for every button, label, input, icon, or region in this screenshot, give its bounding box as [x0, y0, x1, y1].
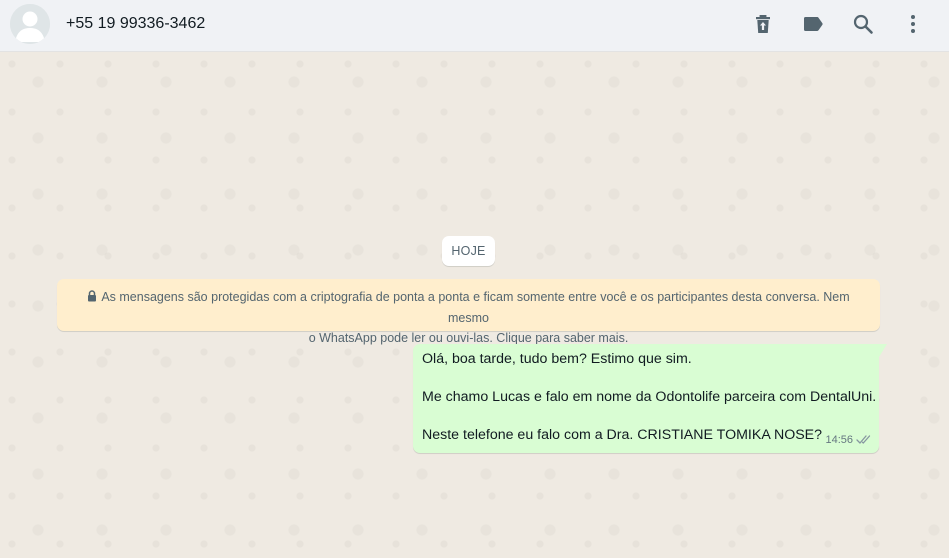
encryption-notice[interactable]: As mensagens são protegidas com a cripto…: [57, 279, 880, 345]
lock-icon: [87, 288, 97, 308]
message-meta: 14:56: [825, 433, 872, 448]
contact-name[interactable]: +55 19 99336-3462: [66, 14, 205, 34]
avatar[interactable]: [10, 4, 50, 44]
chat-area[interactable]: HOJE As mensagens são protegidas com a c…: [0, 52, 949, 558]
default-avatar-icon: [10, 4, 50, 44]
whatsapp-chat-window: +55 19 99336-3462 HOJE As mensagens são …: [0, 0, 949, 558]
message-bubble-outgoing[interactable]: Olá, boa tarde, tudo bem? Estimo que sim…: [413, 344, 887, 453]
bubble-tail: [879, 344, 887, 357]
message-text-line: Me chamo Lucas e falo em nome da Odontol…: [422, 389, 877, 405]
message-time: 14:56: [825, 434, 853, 446]
date-divider: HOJE: [442, 236, 495, 266]
label-icon[interactable]: [801, 12, 825, 36]
encryption-text-line1: As mensagens são protegidas com a cripto…: [101, 290, 850, 325]
delete-icon[interactable]: [751, 12, 775, 36]
encryption-text-line2: o WhatsApp pode ler ou ouvi-las. Clique …: [308, 331, 629, 345]
message-text-line: Neste telefone eu falo com a Dra. CRISTI…: [422, 427, 823, 443]
search-icon[interactable]: [851, 12, 875, 36]
double-check-icon: [856, 435, 871, 444]
menu-icon[interactable]: [901, 12, 925, 36]
chat-header: +55 19 99336-3462: [0, 0, 949, 52]
message-text-line: Olá, boa tarde, tudo bem? Estimo que sim…: [422, 351, 692, 367]
